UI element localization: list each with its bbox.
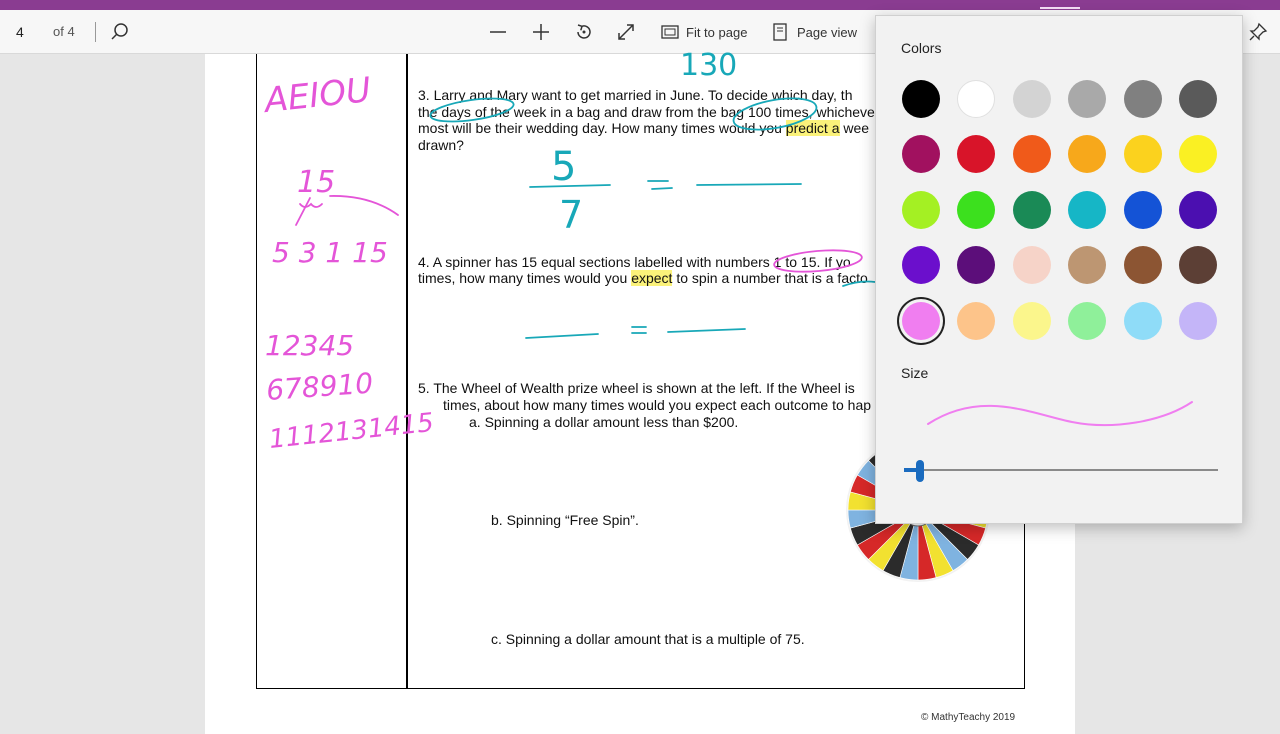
minus-icon — [490, 31, 506, 33]
page-count: of 4 — [53, 24, 75, 39]
color-swatch[interactable] — [1068, 135, 1106, 173]
color-swatch[interactable] — [957, 302, 995, 340]
page-number-input[interactable]: 4 — [4, 19, 38, 45]
color-swatch[interactable] — [1124, 246, 1162, 284]
color-swatch[interactable] — [902, 302, 940, 340]
color-swatch[interactable] — [1124, 80, 1162, 118]
fit-to-page-label: Fit to page — [686, 24, 748, 40]
color-swatch[interactable] — [1013, 80, 1051, 118]
full-screen-button[interactable] — [616, 16, 636, 48]
q3-line-3-start: most will be their wedding day. How many… — [418, 120, 786, 136]
pen-settings-panel: Colors Size — [875, 15, 1243, 524]
q5-part-c: c. Spinning a dollar amount that is a mu… — [491, 631, 805, 647]
toolbar-divider — [95, 22, 96, 42]
color-swatch[interactable] — [1179, 302, 1217, 340]
page-view-icon — [773, 23, 787, 41]
q3-line-3-end: wee — [839, 120, 870, 136]
color-swatch[interactable] — [1013, 191, 1051, 229]
zoom-out-button[interactable] — [488, 16, 508, 48]
q5-line-2: times, about how many times would you ex… — [443, 397, 872, 413]
color-swatch[interactable] — [902, 246, 940, 284]
size-slider-thumb[interactable] — [915, 460, 924, 482]
color-swatch[interactable] — [1068, 246, 1106, 284]
color-swatch[interactable] — [1124, 302, 1162, 340]
color-swatch[interactable] — [1013, 302, 1051, 340]
color-swatch[interactable] — [1013, 135, 1051, 173]
size-heading: Size — [901, 365, 929, 381]
color-swatch[interactable] — [1124, 191, 1162, 229]
q4-line-1: 4. A spinner has 15 equal sections label… — [418, 254, 851, 270]
search-icon — [111, 23, 128, 40]
color-swatch[interactable] — [902, 80, 940, 118]
q4-line-2-end: to spin a number that is a facto — [672, 270, 868, 286]
color-swatch[interactable] — [957, 80, 995, 118]
rotate-icon — [577, 24, 591, 39]
color-swatch[interactable] — [1013, 246, 1051, 284]
fit-to-page-button[interactable]: Fit to page — [660, 16, 747, 48]
q3-line-3: most will be their wedding day. How many… — [418, 120, 869, 137]
plus-icon — [533, 24, 549, 40]
accent-highlight — [1040, 7, 1080, 9]
color-swatch[interactable] — [1068, 80, 1106, 118]
pin-icon — [1249, 22, 1268, 41]
q4-line-2: times, how many times would you expect t… — [418, 270, 868, 287]
page-view-label: Page view — [797, 24, 857, 40]
size-slider-track[interactable] — [904, 469, 1218, 471]
color-swatch[interactable] — [1179, 80, 1217, 118]
page-view-button[interactable]: Page view — [771, 16, 857, 48]
search-button[interactable] — [110, 16, 130, 48]
copyright-footer: © MathyTeachy 2019 — [921, 712, 1016, 723]
fit-page-icon — [661, 25, 679, 39]
color-swatch[interactable] — [1068, 191, 1106, 229]
color-swatch[interactable] — [1068, 302, 1106, 340]
color-swatch[interactable] — [957, 246, 995, 284]
column-divider — [406, 54, 408, 688]
stroke-preview — [927, 401, 1193, 427]
q4-line-2-start: times, how many times would you — [418, 270, 632, 286]
q3-line-4: drawn? — [418, 137, 464, 153]
zoom-in-button[interactable] — [531, 16, 551, 48]
pin-button[interactable] — [1248, 16, 1268, 48]
rotate-button[interactable] — [574, 16, 594, 48]
q3-line-1: 3. Larry and Mary want to get married in… — [418, 87, 853, 103]
color-swatch[interactable] — [902, 135, 940, 173]
color-swatch[interactable] — [1179, 191, 1217, 229]
color-swatch[interactable] — [902, 191, 940, 229]
color-swatch[interactable] — [1179, 135, 1217, 173]
highlight-predict: predict a — [785, 120, 840, 136]
color-swatch[interactable] — [957, 191, 995, 229]
q5-part-b: b. Spinning “Free Spin”. — [491, 512, 639, 528]
highlight-expect: expect — [631, 270, 673, 286]
colors-heading: Colors — [901, 40, 942, 56]
color-swatch[interactable] — [957, 135, 995, 173]
q5-part-a: a. Spinning a dollar amount less than $2… — [469, 414, 739, 430]
q5-line-1: 5. The Wheel of Wealth prize wheel is sh… — [418, 380, 855, 396]
title-bar-accent — [0, 0, 1280, 10]
q3-line-2: the days of the week in a bag and draw f… — [418, 104, 875, 120]
expand-icon — [618, 24, 634, 40]
color-swatch[interactable] — [1179, 246, 1217, 284]
color-swatch[interactable] — [1124, 135, 1162, 173]
